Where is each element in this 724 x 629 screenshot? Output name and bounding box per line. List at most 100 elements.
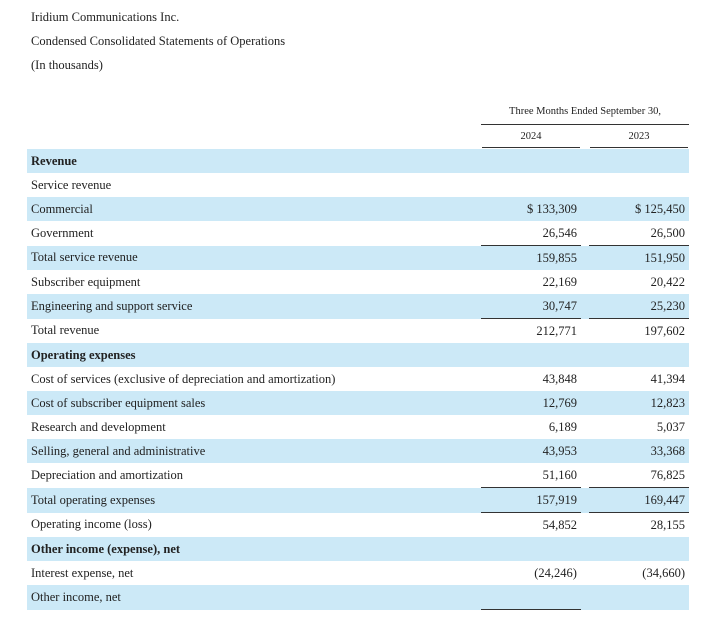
value-2024 [481, 173, 581, 197]
value-2023 [589, 173, 689, 197]
column-gap [581, 367, 589, 391]
row-label: Depreciation and amortization [31, 467, 184, 482]
column-gap [581, 319, 589, 344]
value-2023 [588, 585, 689, 610]
value-2023: 33,368 [588, 439, 689, 463]
value-2023: (34,660) [642, 565, 685, 580]
value-2024 [480, 149, 581, 173]
column-gap [581, 415, 589, 439]
table-row: Operating income (loss) 54,852 28,155 [27, 513, 689, 538]
row-label: Operating income (loss) [31, 517, 152, 532]
value-2024: 157,919 [480, 487, 581, 513]
value-2023: 5,037 [656, 419, 685, 434]
row-label: Total service revenue [27, 245, 480, 270]
column-gap [580, 197, 589, 221]
table-row: Government 26,546 26,500 [27, 221, 689, 246]
value-2023 [588, 149, 689, 173]
row-label: Revenue [27, 149, 480, 173]
row-label: Cost of subscriber equipment sales [27, 391, 480, 415]
row-label: Operating expenses [27, 343, 480, 367]
table-row: Research and development 6,189 5,037 [27, 415, 689, 439]
value-2024 [480, 343, 581, 367]
value-2024: 22,169 [542, 274, 577, 289]
table-row: Service revenue [27, 173, 689, 197]
column-gap [581, 221, 589, 246]
units-note: (In thousands) [31, 58, 103, 72]
table-row: Total service revenue 159,855 151,950 [27, 245, 689, 270]
section-row: Operating expenses [27, 343, 689, 367]
row-label: Other income (expense), net [27, 537, 480, 561]
value-2024 [480, 537, 581, 561]
column-gap [580, 537, 589, 561]
value-2024: 26,546 [480, 221, 581, 246]
value-2023: $ 125,450 [588, 197, 689, 221]
year-header-2024: 2024 [520, 131, 542, 142]
column-gap [580, 149, 589, 173]
row-label: Interest expense, net [31, 565, 134, 580]
column-gap [580, 439, 589, 463]
row-label: Other income, net [27, 585, 480, 610]
column-gap [580, 245, 589, 270]
table-row: Selling, general and administrative 43,95… [27, 439, 689, 463]
value-2023: 25,230 [588, 294, 689, 319]
row-label: Total operating expenses [27, 487, 480, 513]
row-label: Government [31, 225, 94, 240]
row-label: Cost of services (exclusive of depreciat… [31, 371, 336, 386]
column-gap [581, 561, 589, 585]
year-header-2023: 2023 [628, 131, 650, 142]
table-row: Interest expense, net (24,246) (34,660) [27, 561, 689, 585]
period-header: Three Months Ended September 30, [509, 106, 661, 117]
value-2024: 30,747 [480, 294, 581, 319]
value-2023: 26,500 [588, 221, 689, 246]
statement-title: Condensed Consolidated Statements of Ope… [31, 34, 286, 48]
value-2024: 51,160 [480, 463, 581, 488]
year-rule-2023 [590, 147, 688, 148]
column-gap [581, 270, 589, 294]
table-row: Total operating expenses 157,919 169,447 [27, 487, 689, 513]
company-name: Iridium Communications Inc. [31, 10, 180, 24]
value-2024: $ 133,309 [480, 197, 581, 221]
row-label: Service revenue [31, 177, 112, 192]
row-label: Selling, general and administrative [27, 439, 480, 463]
value-2023: 12,823 [588, 391, 689, 415]
value-2023 [588, 343, 689, 367]
column-gap [580, 343, 589, 367]
section-row: Other income (expense), net [27, 537, 689, 561]
column-gap [581, 513, 589, 538]
value-2024: 212,771 [536, 323, 577, 338]
year-rule-2024 [482, 147, 580, 148]
value-2024: 43,953 [480, 439, 581, 463]
row-label: Commercial [27, 197, 480, 221]
period-rule [481, 124, 689, 125]
value-2023 [588, 537, 689, 561]
section-row: Revenue [27, 149, 689, 173]
column-gap [580, 585, 589, 610]
table-row: Subscriber equipment 22,169 20,422 [27, 270, 689, 294]
column-gap [580, 487, 589, 513]
row-label: Total revenue [31, 323, 100, 338]
value-2024: 54,852 [542, 517, 577, 532]
value-2024: 159,855 [480, 245, 581, 270]
income-statement-table: Revenue Service revenue Commercial $ 133,30… [27, 149, 689, 610]
value-2023: 20,422 [650, 274, 685, 289]
table-row: Cost of subscriber equipment sales 12,769… [27, 391, 689, 415]
value-2024: 6,189 [548, 419, 577, 434]
value-2024: 12,769 [480, 391, 581, 415]
table-row: Commercial $ 133,309 $ 125,450 [27, 197, 689, 221]
column-gap [580, 391, 589, 415]
value-2023: 151,950 [588, 245, 689, 270]
table-row: Other income, net [27, 585, 689, 610]
value-2023: 76,825 [588, 463, 689, 488]
value-2023: 169,447 [588, 487, 689, 513]
table-row: Total revenue 212,771 197,602 [27, 319, 689, 344]
value-2023: 197,602 [644, 323, 685, 338]
column-gap [581, 173, 589, 197]
row-label: Subscriber equipment [31, 274, 141, 289]
row-label: Engineering and support service [27, 294, 480, 319]
value-2023: 41,394 [650, 371, 685, 386]
table-row: Engineering and support service 30,747 25,… [27, 294, 689, 319]
table-row: Depreciation and amortization 51,160 76,82… [27, 463, 689, 488]
value-2023: 28,155 [650, 517, 685, 532]
value-2024: 43,848 [542, 371, 577, 386]
value-2024 [480, 585, 581, 610]
